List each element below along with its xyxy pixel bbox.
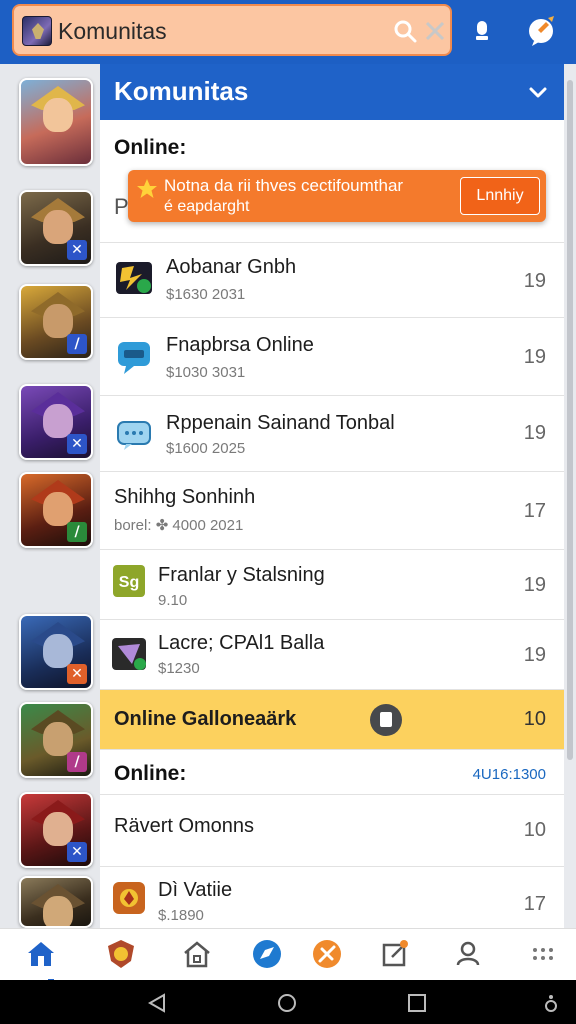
home-icon[interactable] [24, 937, 58, 971]
hero-avatar-7[interactable]: / [19, 702, 93, 778]
list-item[interactable]: Dì Vatiie $.1890 17 [100, 867, 564, 928]
item-title: Rppenain Sainand Tonbal [166, 412, 395, 434]
item-count: 19 [523, 346, 546, 368]
chevron-down-icon[interactable] [526, 80, 550, 104]
chat-icon[interactable] [524, 12, 560, 48]
item-count: 17 [523, 893, 546, 915]
home-circle-icon[interactable] [276, 992, 298, 1014]
list-item[interactable]: Sg Franlar y Stalsning 9.10 19 [100, 550, 564, 620]
sg-badge-icon: Sg [113, 565, 145, 597]
star-icon [137, 179, 157, 198]
item-subtitle: $1230 [158, 660, 200, 677]
section-heading-online-2: Online: [114, 762, 187, 785]
document-icon[interactable] [370, 704, 402, 736]
badge-icon[interactable] [104, 937, 138, 971]
item-subtitle: $1030 3031 [166, 364, 246, 381]
more-icon[interactable] [526, 937, 560, 971]
panel-header[interactable]: Komunitas [100, 64, 564, 120]
recents-icon[interactable] [406, 992, 428, 1014]
list-item[interactable]: Shihhg Sonhinh borel: ✤ 4000 2021 17 [100, 472, 564, 550]
item-title: Franlar y Stalsning [158, 564, 325, 586]
search-icon[interactable] [392, 18, 418, 44]
list-item[interactable]: Fnapbrsa Online $1030 3031 19 [100, 318, 564, 396]
notification-subtext: é eapdarght [164, 198, 250, 215]
item-title: Aobanar Gnbh [166, 256, 297, 278]
edit-icon[interactable] [378, 937, 412, 971]
item-title: Dì Vatiie [158, 879, 233, 901]
left-rail: ✕ / ✕ / AB ✕ / ✕ [0, 64, 100, 928]
house-icon[interactable] [180, 937, 214, 971]
item-subtitle: borel: ✤ 4000 2021 [114, 517, 244, 534]
back-icon[interactable] [146, 992, 168, 1014]
item-subtitle: $1630 2031 [166, 286, 246, 303]
hero-avatar-3[interactable]: / [19, 284, 93, 360]
item-title: Lacre; CPAl1 Balla [158, 632, 325, 654]
item-count: 17 [523, 500, 546, 522]
list-item[interactable]: Rävert Omonns 10 [100, 795, 564, 867]
notification-action-button[interactable]: Lnnhiy [460, 177, 540, 215]
svg-text:Sg: Sg [119, 574, 139, 591]
hero-avatar-5[interactable]: / [19, 472, 93, 548]
item-count: 19 [523, 574, 546, 596]
item-count: 10 [523, 819, 546, 841]
list-item[interactable]: Lacre; CPAl1 Balla $1230 19 [100, 620, 564, 690]
item-title: Fnapbrsa Online [166, 334, 314, 356]
item-title: Online Galloneaärk [114, 708, 297, 730]
hero-avatar-4[interactable]: ✕ [19, 384, 93, 460]
bell-icon[interactable] [464, 12, 500, 48]
item-count: 19 [523, 422, 546, 444]
partial-list-letter: P [114, 194, 129, 219]
list-item[interactable]: Aobanar Gnbh $1630 2031 19 [100, 244, 564, 318]
search-bar[interactable] [12, 4, 452, 56]
game-icon [116, 262, 152, 294]
panel-title: Komunitas [114, 76, 249, 106]
compass-icon[interactable] [250, 937, 284, 971]
item-count: 19 [523, 270, 546, 292]
accessibility-icon[interactable] [540, 992, 562, 1014]
fire-emblem-icon [113, 882, 145, 914]
profile-icon[interactable] [452, 937, 486, 971]
highlighted-list-item[interactable]: Online Galloneaärk 10 [100, 690, 564, 750]
hero-avatar-2[interactable]: ✕ [19, 190, 93, 266]
hero-avatar-8[interactable]: ✕ [19, 792, 93, 868]
item-count: 19 [523, 644, 546, 666]
message-icon [117, 421, 151, 450]
shield-game-icon [112, 638, 146, 670]
notification-text: Notna da rii thves cectifoumthar [164, 176, 404, 195]
hero-avatar-1[interactable] [19, 78, 93, 166]
search-input[interactable] [58, 15, 388, 47]
swords-icon[interactable] [310, 937, 344, 971]
app-logo-icon [22, 16, 52, 46]
bottom-navigation [0, 928, 576, 981]
item-count: 10 [523, 708, 546, 730]
item-subtitle: $.1890 [158, 907, 204, 924]
system-navigation-bar [0, 980, 576, 1024]
item-title: Shihhg Sonhinh [114, 486, 256, 508]
section-timestamp: 4U16:1300 [472, 766, 546, 783]
scrollbar[interactable] [567, 80, 573, 760]
list-item[interactable]: Rppenain Sainand Tonbal $1600 2025 19 [100, 396, 564, 472]
hero-avatar-9[interactable] [19, 876, 93, 928]
item-subtitle: $1600 2025 [166, 440, 246, 457]
item-title: Rävert Omonns [114, 815, 255, 837]
hero-avatar-6[interactable]: ✕ [19, 614, 93, 690]
section-heading-online: Online: [114, 136, 187, 159]
top-app-bar [0, 0, 576, 64]
notification-banner[interactable]: Notna da rii thves cectifoumthar é eapda… [128, 170, 546, 222]
clear-icon[interactable] [424, 20, 446, 42]
chat-bubble-icon [118, 342, 150, 374]
item-subtitle: 9.10 [158, 592, 188, 609]
